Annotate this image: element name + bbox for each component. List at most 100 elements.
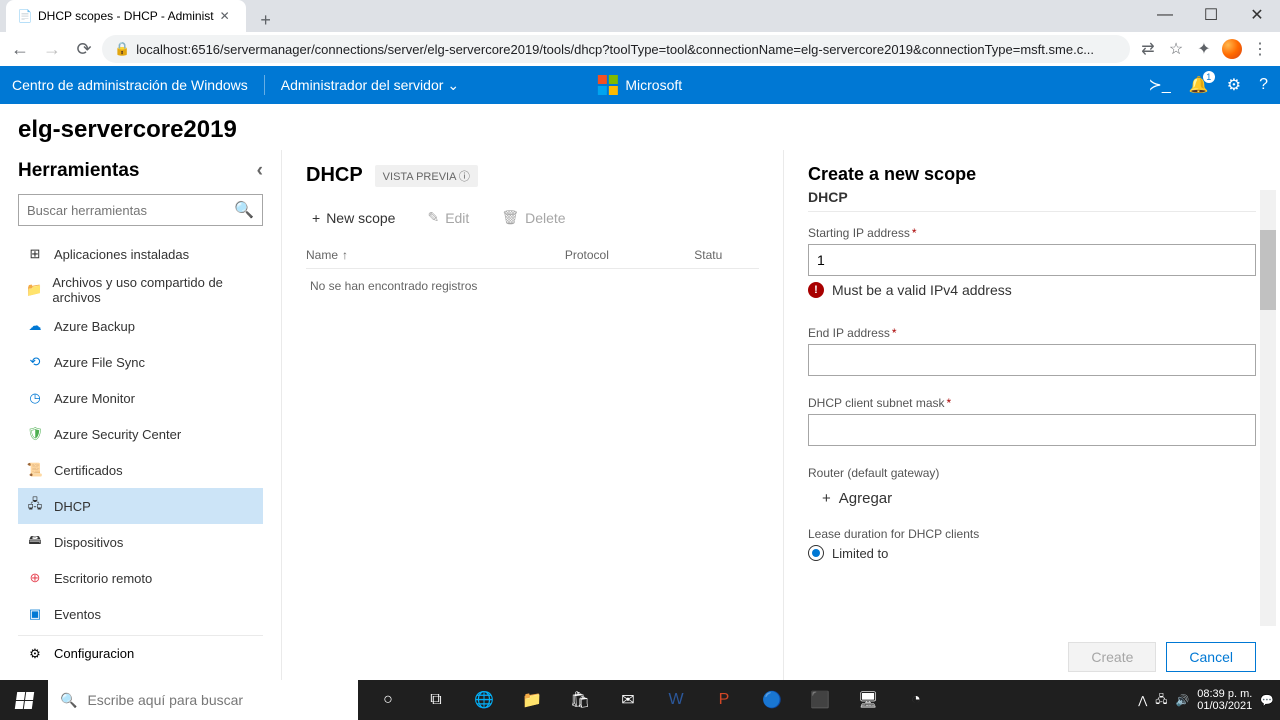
- close-tab-icon[interactable]: ✕: [220, 9, 234, 23]
- network-icon[interactable]: 🖧: [1155, 691, 1167, 710]
- browser-tab[interactable]: 📄 DHCP scopes - DHCP - Administ ✕: [6, 0, 246, 32]
- hyperv-icon[interactable]: 🖥: [844, 680, 892, 720]
- create-scope-panel: Create a new scope DHCP Starting IP addr…: [784, 150, 1280, 686]
- cloud-icon: ☁: [26, 317, 44, 335]
- sort-asc-icon: ↑: [342, 248, 348, 262]
- subnet-mask-input[interactable]: [808, 414, 1256, 446]
- more-menu-icon[interactable]: ⋮: [1250, 39, 1270, 59]
- shield-icon: 🛡: [26, 425, 44, 443]
- virtualbox-icon[interactable]: ⬛: [796, 680, 844, 720]
- windows-taskbar: 🔍 Escribe aquí para buscar ○ ⧉ 🌐 📁 🛍 ✉ W…: [0, 680, 1280, 720]
- forward-icon[interactable]: →: [38, 35, 66, 63]
- sidebar-item-files[interactable]: 📁 Archivos y uso compartido de archivos: [18, 272, 263, 308]
- tab-favicon-icon: 📄: [18, 9, 32, 23]
- dhcp-icon: 🖧: [26, 497, 44, 515]
- sidebar-item-azure-filesync[interactable]: ⟲ Azure File Sync: [18, 344, 263, 380]
- explorer-icon[interactable]: 📁: [508, 680, 556, 720]
- sidebar-item-azure-monitor[interactable]: ◷ Azure Monitor: [18, 380, 263, 416]
- clock-icon[interactable]: ◔: [892, 680, 940, 720]
- sidebar-item-remote-desktop[interactable]: ⊕ Escritorio remoto: [18, 560, 263, 596]
- wac-header: Centro de administración de Windows Admi…: [0, 66, 1280, 104]
- sidebar-item-azure-security[interactable]: 🛡 Azure Security Center: [18, 416, 263, 452]
- search-tools-box[interactable]: 🔍: [18, 194, 263, 226]
- reload-icon[interactable]: ⟳: [70, 35, 98, 63]
- sidebar-item-certificates[interactable]: 📜 Certificados: [18, 452, 263, 488]
- translate-icon[interactable]: ⇄: [1138, 39, 1158, 59]
- notifications-icon[interactable]: 💬: [1260, 694, 1274, 707]
- sidebar-item-devices[interactable]: 🖴 Dispositivos: [18, 524, 263, 560]
- monitor-icon: ◷: [26, 389, 44, 407]
- role-dropdown[interactable]: Administrador del servidor ⌄: [281, 77, 459, 94]
- no-records-message: No se han encontrado registros: [306, 269, 759, 303]
- sidebar-footer[interactable]: ⚙ Configuracion: [18, 635, 263, 671]
- cancel-button[interactable]: Cancel: [1166, 642, 1256, 672]
- start-ip-label: Starting IP address*: [808, 226, 1256, 240]
- mail-icon[interactable]: ✉: [604, 680, 652, 720]
- sidebar-item-label: Aplicaciones instaladas: [54, 247, 189, 262]
- browser-chrome: 📄 DHCP scopes - DHCP - Administ ✕ + — ☐ …: [0, 0, 1280, 66]
- clock-widget[interactable]: 08:39 p. m. 01/03/2021: [1197, 688, 1252, 712]
- url-field[interactable]: 🔒 localhost:6516/servermanager/connectio…: [102, 35, 1130, 63]
- server-name: elg-servercore2019: [0, 104, 1280, 150]
- powerpoint-icon[interactable]: P: [700, 680, 748, 720]
- sidebar-item-dhcp[interactable]: 🖧 DHCP: [18, 488, 263, 524]
- taskbar-search[interactable]: 🔍 Escribe aquí para buscar: [48, 680, 358, 720]
- column-name[interactable]: Name ↑: [306, 248, 565, 262]
- taskview-icon[interactable]: ⧉: [412, 680, 460, 720]
- column-status[interactable]: Statu: [694, 248, 759, 262]
- edit-button: ✎ Edit: [421, 205, 475, 230]
- devices-icon: 🖴: [26, 533, 44, 551]
- dhcp-main: DHCP VISTA PREVIA ⓘ + New scope ✎ Edit 🗑…: [282, 150, 784, 686]
- add-label: Agregar: [839, 490, 892, 507]
- minimize-icon[interactable]: —: [1142, 0, 1188, 30]
- microsoft-logo: Microsoft: [598, 75, 682, 95]
- extensions-icon[interactable]: ✦: [1194, 39, 1214, 59]
- column-protocol[interactable]: Protocol: [565, 248, 694, 262]
- trash-icon: 🗑: [501, 209, 519, 226]
- volume-icon[interactable]: 🔊: [1176, 694, 1190, 707]
- new-scope-button[interactable]: + New scope: [306, 205, 401, 230]
- profile-avatar-icon[interactable]: [1222, 39, 1242, 59]
- help-icon[interactable]: ?: [1259, 76, 1268, 94]
- bookmark-star-icon[interactable]: ☆: [1166, 39, 1186, 59]
- chrome-icon[interactable]: 🔵: [748, 680, 796, 720]
- search-tools-input[interactable]: [27, 203, 234, 218]
- maximize-icon[interactable]: ☐: [1188, 0, 1234, 30]
- store-icon[interactable]: 🛍: [556, 680, 604, 720]
- app-name[interactable]: Centro de administración de Windows: [12, 77, 248, 93]
- remote-icon: ⊕: [26, 569, 44, 587]
- pencil-icon: ✎: [427, 209, 439, 226]
- sidebar-item-azure-backup[interactable]: ☁ Azure Backup: [18, 308, 263, 344]
- role-label: Administrador del servidor: [281, 77, 444, 93]
- close-window-icon[interactable]: ✕: [1234, 0, 1280, 30]
- delete-label: Delete: [525, 210, 565, 226]
- powershell-icon[interactable]: ≻_: [1149, 75, 1171, 95]
- cortana-icon[interactable]: ○: [364, 680, 412, 720]
- validation-error: ! Must be a valid IPv4 address: [808, 282, 1256, 298]
- word-icon[interactable]: W: [652, 680, 700, 720]
- new-tab-button[interactable]: +: [254, 8, 278, 32]
- chevron-down-icon: ⌄: [447, 77, 459, 94]
- start-ip-input[interactable]: [808, 244, 1256, 276]
- sidebar-item-label: Archivos y uso compartido de archivos: [52, 275, 255, 305]
- panel-scrollbar[interactable]: [1260, 190, 1276, 626]
- sidebar-item-events[interactable]: ▣ Eventos: [18, 596, 263, 631]
- back-icon[interactable]: ←: [6, 35, 34, 63]
- preview-badge: VISTA PREVIA ⓘ: [375, 165, 478, 187]
- limited-to-radio[interactable]: Limited to: [808, 545, 1256, 561]
- collapse-sidebar-icon[interactable]: ‹: [257, 160, 263, 182]
- router-label: Router (default gateway): [808, 466, 1256, 480]
- notification-icon[interactable]: 🔔1: [1189, 75, 1209, 95]
- sidebar-title: Herramientas: [18, 160, 139, 182]
- edit-label: Edit: [445, 210, 469, 226]
- sidebar-item-apps[interactable]: ⊞ Aplicaciones instaladas: [18, 236, 263, 272]
- add-router-button[interactable]: + Agregar: [822, 484, 1256, 513]
- tray-expand-icon[interactable]: ⋀: [1138, 694, 1147, 707]
- settings-gear-icon[interactable]: ⚙: [1227, 75, 1241, 95]
- create-button: Create: [1068, 642, 1156, 672]
- start-button[interactable]: [0, 680, 48, 720]
- edge-icon[interactable]: 🌐: [460, 680, 508, 720]
- sidebar-item-label: Azure Monitor: [54, 391, 135, 406]
- system-tray[interactable]: ⋀ 🖧 🔊 08:39 p. m. 01/03/2021 💬: [1138, 688, 1280, 712]
- end-ip-input[interactable]: [808, 344, 1256, 376]
